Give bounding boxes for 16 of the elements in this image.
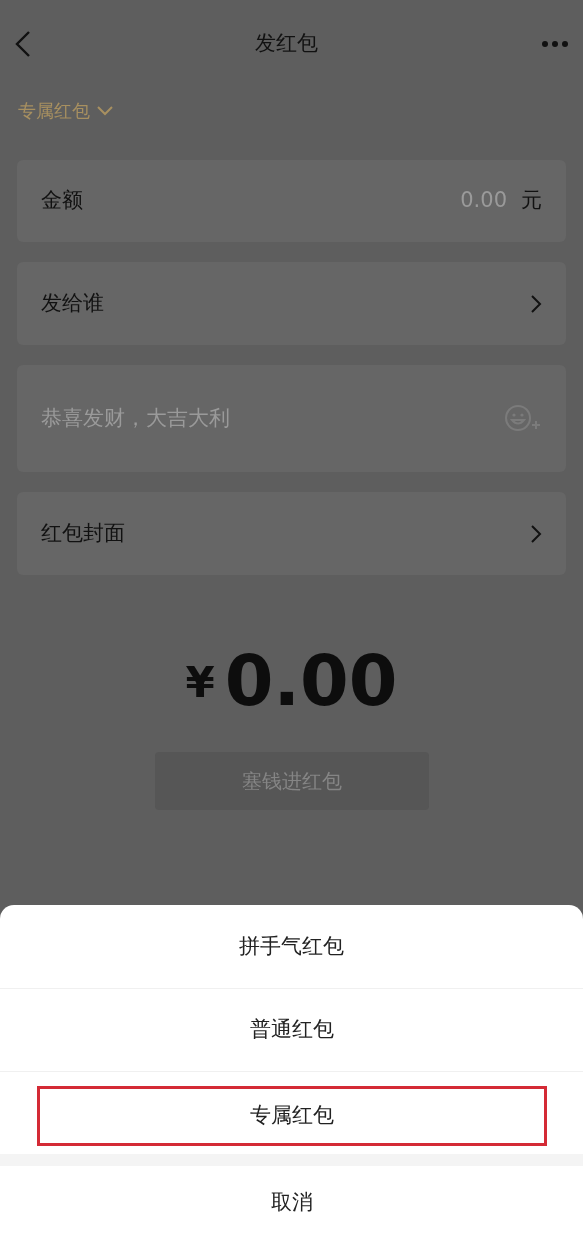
sheet-option[interactable]: 专属红包 [36, 1086, 547, 1146]
cancel-button[interactable]: 取消 [0, 1166, 583, 1240]
sheet-option[interactable]: 拼手气红包 [36, 916, 547, 977]
currency-symbol: ¥ [185, 657, 215, 709]
unit-label: 元 [521, 187, 542, 215]
sheet-option[interactable]: 普通红包 [36, 1000, 547, 1060]
field-label: 发给谁 [41, 289, 104, 317]
chevron-right-icon [530, 523, 542, 544]
chevron-right-icon [530, 293, 542, 314]
page-title: 发红包 [255, 30, 318, 58]
more-icon[interactable] [541, 40, 569, 48]
back-icon[interactable] [14, 30, 32, 58]
total-amount: 0.00 [224, 643, 398, 720]
field-label: 金额 [41, 187, 83, 215]
field-label: 红包封面 [41, 519, 125, 547]
chevron-down-icon [96, 104, 114, 116]
